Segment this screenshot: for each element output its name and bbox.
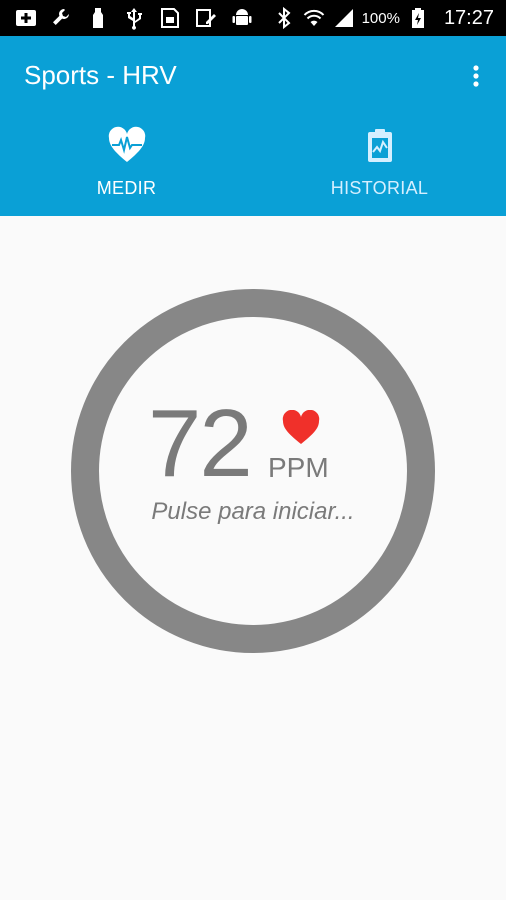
overflow-menu-icon[interactable] [464, 62, 488, 90]
bpm-value: 72 [148, 390, 253, 497]
app-bar: Sports - HRV MEDIR HISTORIAL [0, 36, 506, 250]
heart-pulse-icon [108, 126, 145, 162]
sim-icon [161, 8, 179, 28]
edit-icon [196, 9, 216, 27]
signal-icon [334, 9, 353, 27]
bottle-icon [93, 8, 103, 28]
bpm-unit: PPM [268, 452, 329, 483]
tab-medir[interactable]: MEDIR [0, 124, 253, 214]
usb-icon [127, 8, 142, 30]
bluetooth-icon [277, 6, 291, 30]
wrench-icon [53, 9, 69, 25]
measure-screen: 72 PPM Pulse para iniciar... [0, 216, 506, 900]
android-icon [232, 9, 252, 25]
system-icons: 100% 17:27 [272, 0, 494, 36]
tab-medir-label: MEDIR [96, 178, 157, 198]
tab-historial[interactable]: HISTORIAL [253, 124, 506, 214]
app-title: Sports - HRV [24, 60, 177, 90]
add-box-icon [16, 10, 36, 26]
heart-icon [282, 410, 320, 444]
battery-icon [411, 8, 424, 28]
clock: 17:27 [443, 6, 494, 29]
notification-icons [14, 6, 254, 30]
clipboard-chart-icon [367, 129, 392, 162]
start-prompt: Pulse para iniciar... [151, 498, 355, 525]
wifi-icon [303, 9, 324, 26]
battery-percent: 100% [361, 9, 400, 27]
measure-ring[interactable] [71, 289, 435, 653]
status-bar: 100% 17:27 [0, 0, 506, 36]
tab-historial-label: HISTORIAL [330, 178, 429, 198]
